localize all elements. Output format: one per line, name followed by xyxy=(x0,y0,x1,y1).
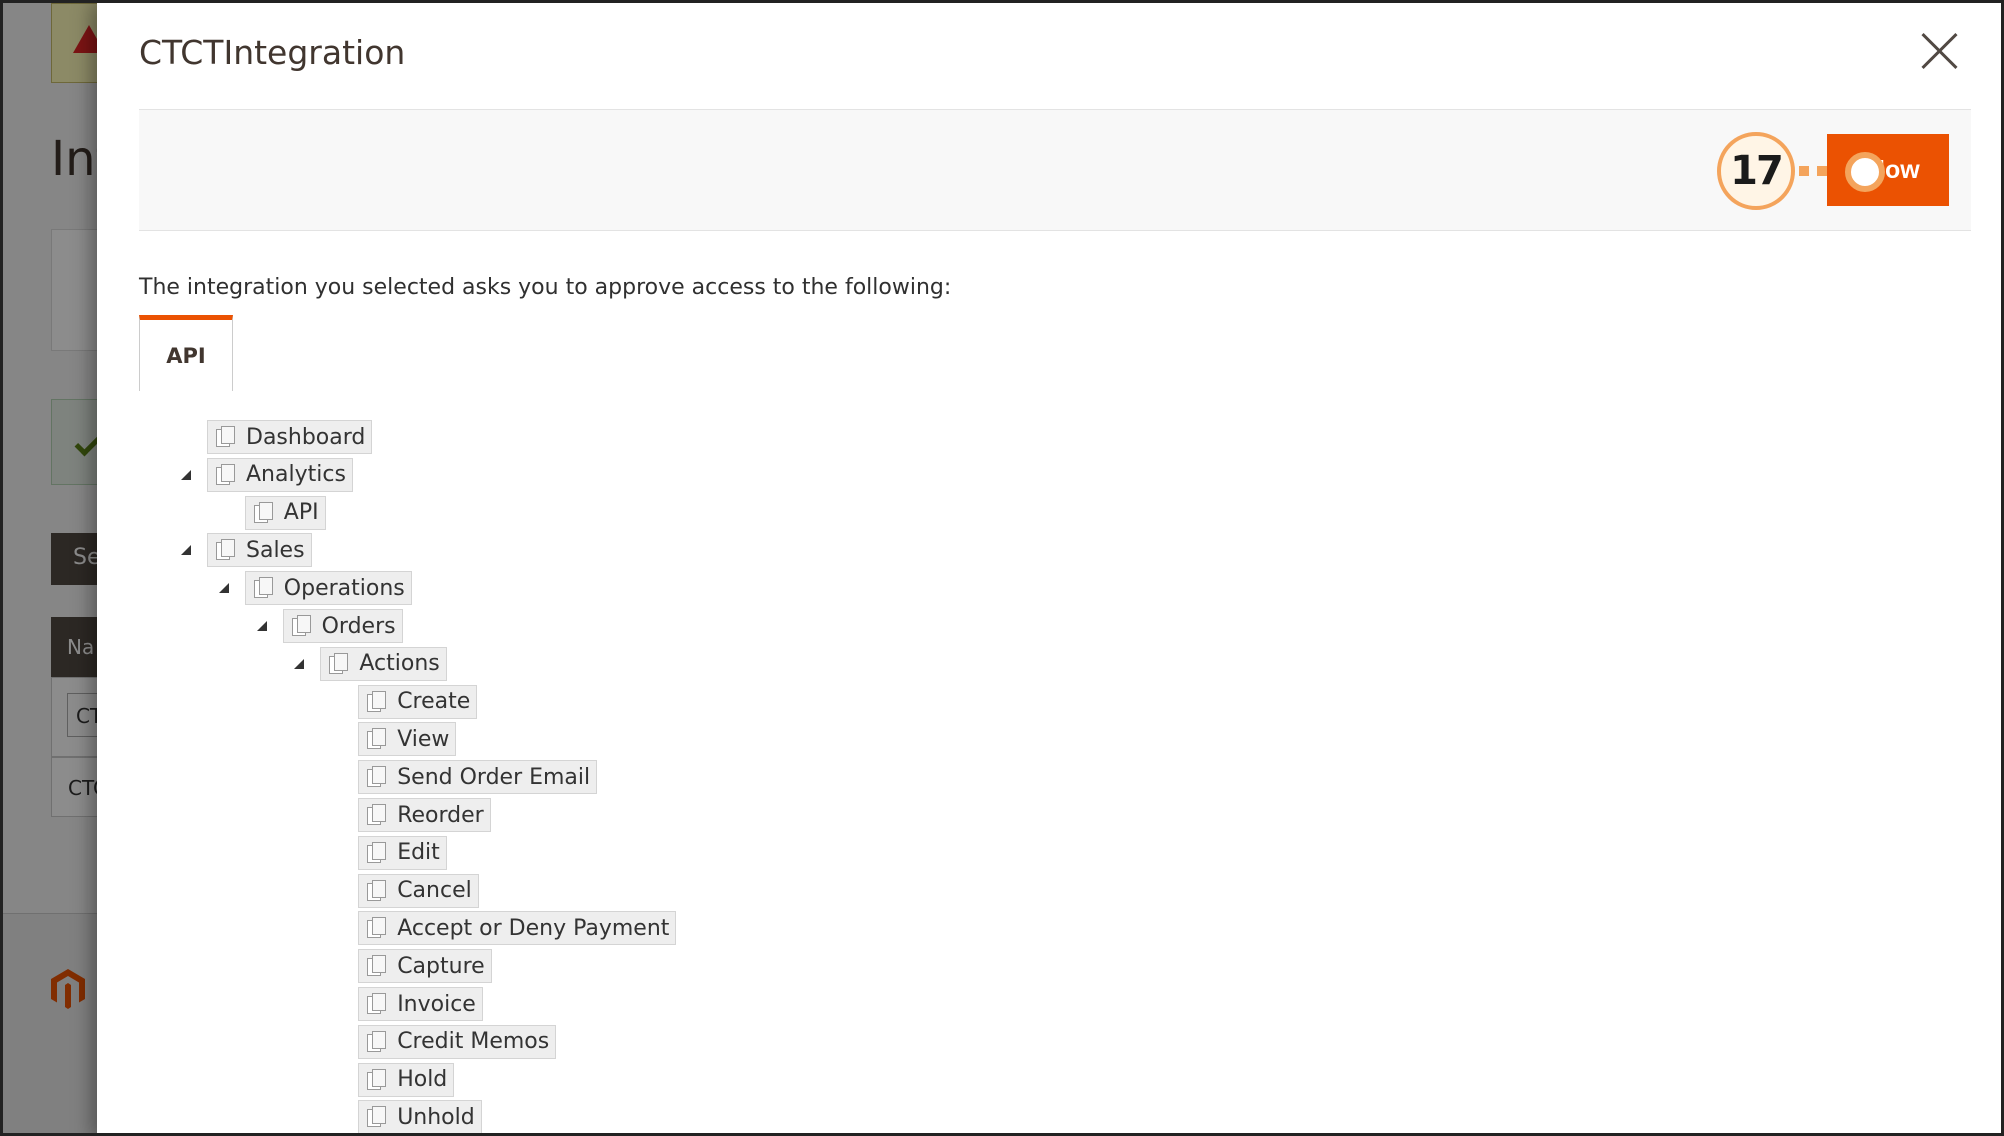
tree-node[interactable]: Edit xyxy=(358,835,447,870)
tree-node[interactable]: Reorder xyxy=(358,798,491,832)
tree-node-chip[interactable]: Unhold xyxy=(358,1100,482,1133)
document-icon xyxy=(365,766,387,788)
tree-node[interactable]: Send Order Email xyxy=(358,760,598,795)
screen-frame: Int Se Na CT CTC CTCTIntegration 17 Allo… xyxy=(0,0,2004,1136)
tree-node-chip[interactable]: Capture xyxy=(358,949,492,984)
tree-node-chip[interactable]: Reorder xyxy=(358,798,491,832)
tree-node-chip[interactable]: Dashboard xyxy=(207,420,373,454)
step-callout-badge: 17 xyxy=(1717,132,1795,210)
callout-pointer-ring xyxy=(1845,152,1885,192)
tree-node[interactable]: Analytics xyxy=(181,457,353,492)
document-icon xyxy=(365,1030,387,1053)
tree-node-chip[interactable]: Sales xyxy=(207,533,312,568)
tree-node-label: Cancel xyxy=(397,878,472,904)
tree-node-label: View xyxy=(397,726,450,752)
tree-node-chip[interactable]: Send Order Email xyxy=(358,760,598,795)
tree-node-label: Dashboard xyxy=(246,424,366,450)
tree-node-chip[interactable]: Operations xyxy=(244,571,412,606)
document-icon xyxy=(365,955,387,977)
tree-node-label: Unhold xyxy=(397,1104,475,1130)
document-icon xyxy=(365,1106,387,1128)
tab-api[interactable]: API xyxy=(139,315,233,391)
tree-node-chip[interactable]: Credit Memos xyxy=(358,1024,557,1059)
document-icon xyxy=(365,841,387,864)
document-icon xyxy=(327,652,349,675)
tree-node[interactable]: Credit Memos xyxy=(358,1024,557,1059)
tree-node-label: Orders xyxy=(321,613,396,639)
document-icon xyxy=(365,879,387,902)
tree-node-label: Operations xyxy=(283,575,405,601)
tree-node-label: Invoice xyxy=(397,991,476,1017)
tree-node-label: Sales xyxy=(246,537,305,563)
document-icon xyxy=(214,539,236,561)
integration-modal: CTCTIntegration 17 Allow The integration… xyxy=(97,3,2001,1133)
tree-node-chip[interactable]: Orders xyxy=(282,609,403,643)
tree-node-label: Create xyxy=(397,689,471,715)
close-icon[interactable] xyxy=(1919,31,1959,71)
tree-node-label: Accept or Deny Payment xyxy=(397,915,670,941)
document-icon xyxy=(252,577,274,599)
tree-node[interactable]: Accept or Deny Payment xyxy=(358,911,677,946)
tree-node[interactable]: Unhold xyxy=(358,1100,482,1133)
tree-node-label: API xyxy=(283,500,319,526)
tree-expand-toggle-icon[interactable] xyxy=(218,583,229,594)
tree-node[interactable]: Sales xyxy=(181,533,312,568)
document-icon xyxy=(365,993,387,1015)
document-icon xyxy=(365,917,387,939)
tree-node-label: Capture xyxy=(397,953,485,979)
tree-node[interactable]: Orders xyxy=(256,609,403,643)
document-icon xyxy=(214,426,236,448)
document-icon xyxy=(365,690,387,713)
intro-text: The integration you selected asks you to… xyxy=(139,275,952,300)
tree-node[interactable]: Invoice xyxy=(358,987,483,1021)
modal-actions-bar: 17 Allow xyxy=(139,109,1971,231)
tree-node-label: Actions xyxy=(359,651,440,677)
tree-node-label: Reorder xyxy=(397,802,484,828)
tree-node[interactable]: Capture xyxy=(358,949,492,984)
tree-node-chip[interactable]: Cancel xyxy=(358,873,479,908)
tree-node[interactable]: Hold xyxy=(358,1062,455,1097)
document-icon xyxy=(365,1068,387,1091)
document-icon xyxy=(290,615,312,637)
tree-node-label: Edit xyxy=(397,840,440,866)
tree-node[interactable]: Create xyxy=(358,684,478,719)
tree-expand-toggle-icon[interactable] xyxy=(181,469,191,480)
document-icon xyxy=(365,728,387,750)
tree-node-chip[interactable]: Create xyxy=(358,684,478,719)
modal-title: CTCTIntegration xyxy=(139,33,406,72)
tree-node-chip[interactable]: Hold xyxy=(358,1062,455,1097)
tree-node[interactable]: Cancel xyxy=(358,873,479,908)
tree-node[interactable]: Operations xyxy=(218,571,412,606)
tree-node-label: Send Order Email xyxy=(397,764,591,790)
tree-node[interactable]: Actions xyxy=(294,646,447,681)
tree-node-label: Hold xyxy=(397,1067,448,1093)
tree-node[interactable]: API xyxy=(244,495,326,530)
tree-node-chip[interactable]: Accept or Deny Payment xyxy=(358,911,677,946)
tree-node[interactable]: View xyxy=(358,722,457,757)
tree-expand-toggle-icon[interactable] xyxy=(181,545,191,556)
tree-expand-toggle-icon[interactable] xyxy=(294,658,305,669)
tree-node-chip[interactable]: Invoice xyxy=(358,987,483,1021)
document-icon xyxy=(365,804,387,826)
tree-node-chip[interactable]: View xyxy=(358,722,457,757)
document-icon xyxy=(214,463,236,486)
tree-node-label: Analytics xyxy=(246,462,346,488)
tree-node-chip[interactable]: Actions xyxy=(320,646,447,681)
tree-node-chip[interactable]: Edit xyxy=(358,835,447,870)
tree-node-chip[interactable]: API xyxy=(244,495,326,530)
document-icon xyxy=(252,501,274,524)
tree-expand-toggle-icon[interactable] xyxy=(256,621,267,631)
tree-node-label: Credit Memos xyxy=(397,1029,550,1055)
tree-node[interactable]: Dashboard xyxy=(207,420,373,454)
tree-node-chip[interactable]: Analytics xyxy=(207,457,353,492)
